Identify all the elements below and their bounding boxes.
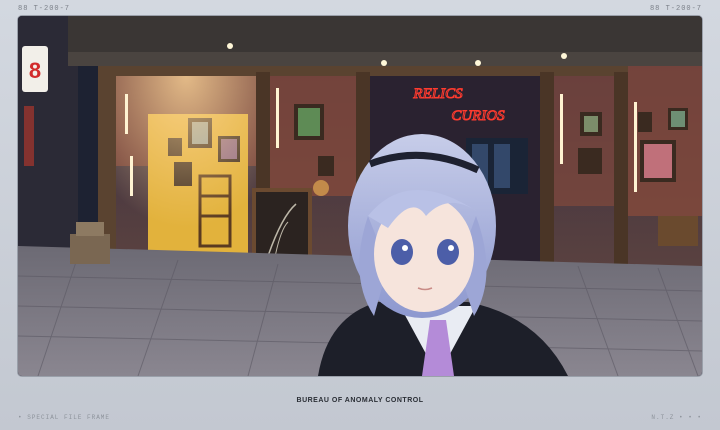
bottom-right-label: N.T.Z • • • xyxy=(651,414,702,421)
bottom-label-bar: • SPECIAL FILE FRAME N.T.Z • • • xyxy=(0,414,720,426)
teddy-bear-figure xyxy=(313,180,329,196)
top-left-code: 88 T-200-7 xyxy=(18,5,71,13)
photo-viewport: 8 RELICS CURIOS xyxy=(18,16,702,376)
neon-sign-top: RELICS xyxy=(412,86,463,102)
neon-sign-bottom: CURIOS xyxy=(451,108,505,124)
top-right-code: 88 T-200-7 xyxy=(649,5,702,13)
right-eye xyxy=(437,239,459,265)
top-code-bar: 88 T-200-7 88 T-200-7 xyxy=(0,3,720,15)
bottom-left-label: • SPECIAL FILE FRAME xyxy=(18,414,111,421)
street-sign-digit: 8 xyxy=(29,58,41,83)
left-eye xyxy=(391,239,413,265)
roof-awning xyxy=(68,16,702,56)
photo-frame: 88 T-200-7 88 T-200-7 8 RELICS CURIOS BU… xyxy=(0,0,720,430)
photo-caption: BUREAU OF ANOMALY CONTROL xyxy=(296,397,424,404)
game-scene: 8 RELICS CURIOS xyxy=(18,16,702,376)
